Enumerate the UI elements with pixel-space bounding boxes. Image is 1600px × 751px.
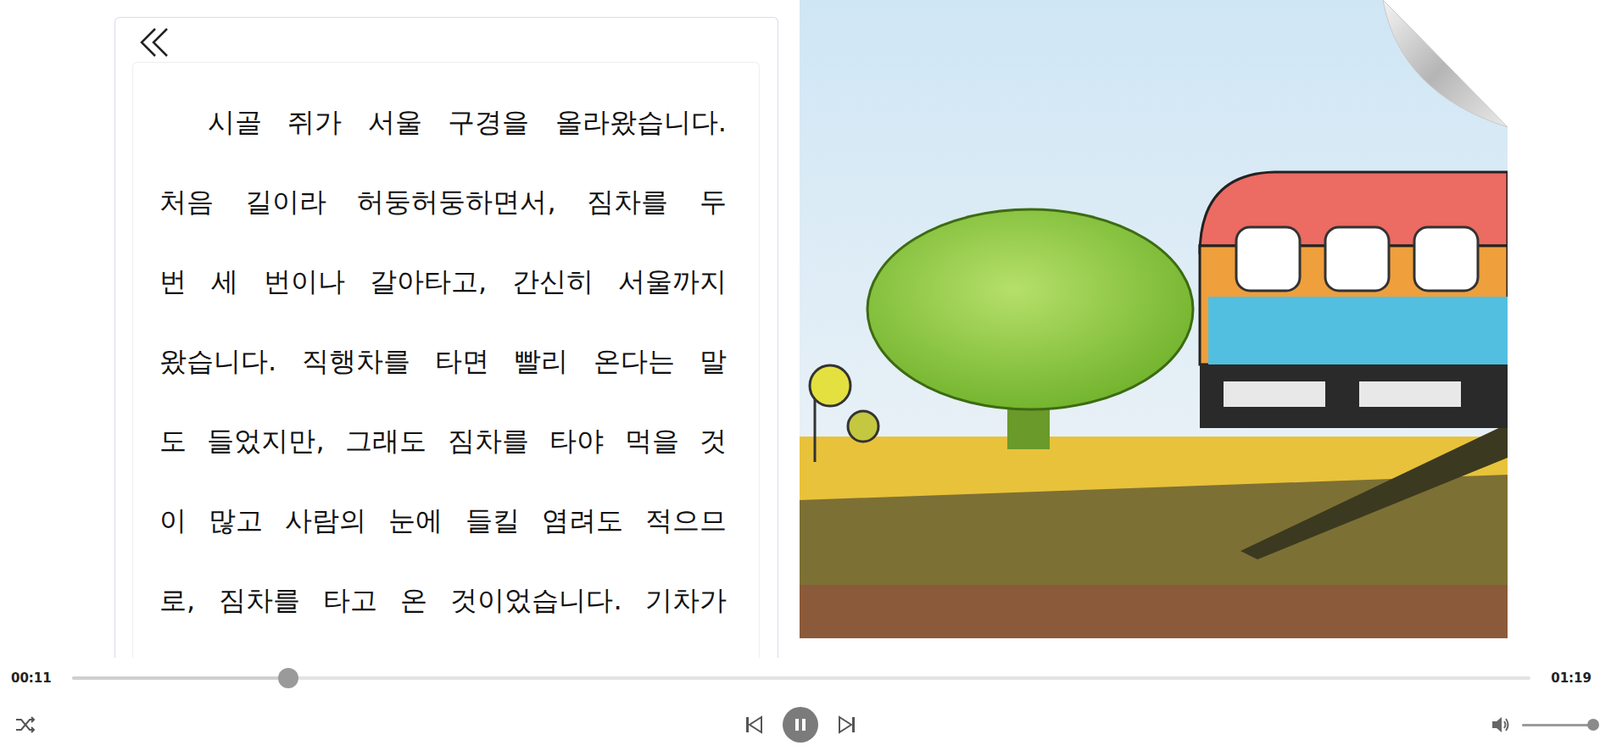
story-illustration: [799, 0, 1508, 639]
speaker-icon: [1489, 713, 1512, 736]
volume-button[interactable]: [1488, 712, 1514, 738]
story-panel: 시골 쥐가 서울 구경을 올라왔습니다.처음 길이라 허둥허둥하면서, 짐차를 …: [114, 16, 779, 658]
story-line: 이 많고 사람의 눈에 들킬 염려도 적으므: [159, 480, 727, 561]
audio-player: 00:11 01:19: [0, 657, 1600, 751]
progress-track[interactable]: [72, 676, 1531, 681]
story-line: 로, 짐차를 타고 온 것이었습니다. 기차가: [159, 560, 727, 641]
pause-icon: [792, 717, 809, 733]
volume-fill: [1521, 724, 1594, 727]
page-turn-button[interactable]: [1382, 0, 1508, 128]
story-line: 번 세 번이나 갈아타고, 간신히 서울까지: [159, 241, 727, 322]
story-line: 도 들었지만, 그래도 짐차를 타야 먹을 것: [159, 401, 727, 481]
skip-previous-icon: [742, 713, 765, 736]
shuffle-icon: [14, 713, 37, 736]
skip-next-icon: [836, 713, 859, 736]
repeat-button[interactable]: [11, 711, 40, 739]
previous-button[interactable]: [736, 708, 771, 742]
elapsed-time: 00:11: [11, 668, 61, 689]
volume-track[interactable]: [1521, 724, 1594, 727]
story-line: 처음 길이라 허둥허둥하면서, 짐차를 두: [159, 161, 727, 242]
story-line: 왔습니다. 직행차를 타면 빨리 온다는 말: [159, 321, 727, 402]
double-chevron-left-icon: [138, 25, 173, 60]
progress-fill: [72, 676, 289, 681]
duration-time: 01:19: [1542, 668, 1592, 689]
play-pause-button[interactable]: [782, 707, 819, 743]
reader-stage: 시골 쥐가 서울 구경을 올라왔습니다.처음 길이라 허둥허둥하면서, 짐차를 …: [0, 0, 1600, 658]
story-line: 시골 쥐가 서울 구경을 올라왔습니다.: [159, 82, 727, 162]
story-text: 시골 쥐가 서울 구경을 올라왔습니다.처음 길이라 허둥허둥하면서, 짐차를 …: [132, 61, 760, 658]
page-curl-icon: [1382, 0, 1508, 128]
progress-thumb[interactable]: [278, 668, 299, 689]
back-button[interactable]: [137, 24, 173, 61]
next-button[interactable]: [830, 708, 865, 742]
volume-thumb[interactable]: [1587, 719, 1600, 731]
